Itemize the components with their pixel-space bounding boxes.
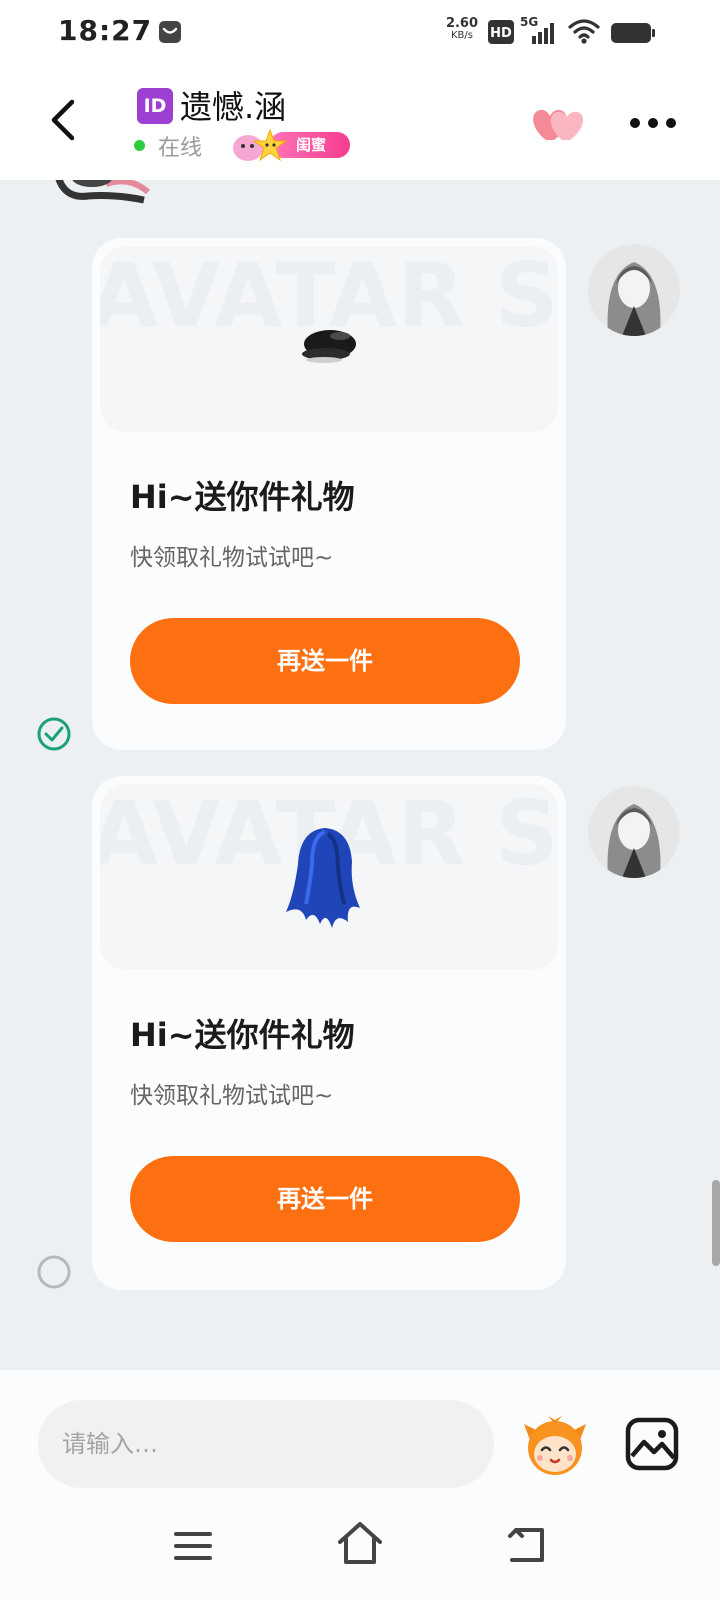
notification-icon xyxy=(159,21,181,43)
wifi-icon xyxy=(568,19,600,44)
hd-label: HD xyxy=(490,26,512,41)
gift-banner: AVATAR STORE xyxy=(100,784,558,970)
resend-gift-button[interactable]: 再送一件 xyxy=(130,618,520,704)
avatar-image xyxy=(588,244,680,336)
signal-icon: 5G xyxy=(520,15,554,44)
gift-banner: AVATAR STORE xyxy=(100,246,558,432)
chat-area[interactable]: AVATAR STORE Hi~送你件礼物 快领取礼物试试吧~ 再送一件 xyxy=(0,180,720,1370)
home-icon[interactable] xyxy=(336,1520,384,1566)
checked-circle-icon[interactable] xyxy=(36,716,72,752)
contact-name[interactable]: 遗憾.涵 xyxy=(180,82,286,128)
avatar-image xyxy=(588,786,680,878)
system-nav-bar xyxy=(0,1490,720,1600)
avatar[interactable] xyxy=(588,786,680,878)
image-icon[interactable] xyxy=(624,1416,680,1472)
gift-subtitle: 快领取礼物试试吧~ xyxy=(130,1083,334,1109)
network-type: 5G xyxy=(520,15,538,29)
menu-icon[interactable] xyxy=(172,1528,214,1564)
relation-badge[interactable]: 闺蜜 xyxy=(230,128,352,164)
chat-header: ID 遗憾.涵 在线 闺蜜 xyxy=(0,66,720,180)
id-badge: ID xyxy=(137,88,173,124)
gift-message-card: AVATAR STORE Hi~送你件礼物 快领取礼物试试吧~ 再送一件 xyxy=(92,776,566,1290)
more-icon[interactable] xyxy=(628,116,678,130)
blue-hair-icon xyxy=(286,828,360,928)
net-speed-value: 2.60 xyxy=(445,16,479,31)
online-status: 在线 xyxy=(158,136,203,161)
emoji-icon[interactable] xyxy=(522,1414,588,1478)
status-bar: 18:27 2.60 KB/s HD 5G xyxy=(0,0,720,66)
gift-title: Hi~送你件礼物 xyxy=(130,478,355,516)
input-bar xyxy=(0,1370,720,1490)
avatar[interactable] xyxy=(588,244,680,336)
nav-back-icon[interactable] xyxy=(506,1524,550,1566)
gift-title: Hi~送你件礼物 xyxy=(130,1016,355,1054)
resend-gift-button[interactable]: 再送一件 xyxy=(130,1156,520,1242)
hearts-icon[interactable] xyxy=(528,104,586,144)
status-time: 18:27 xyxy=(58,14,153,47)
hd-icon: HD xyxy=(488,20,514,44)
online-status-dot xyxy=(134,140,145,151)
message-input[interactable] xyxy=(38,1400,494,1488)
net-speed: 2.60 KB/s xyxy=(444,16,480,42)
battery-icon xyxy=(611,23,655,43)
star-mascot-icon xyxy=(233,128,288,162)
net-speed-unit: KB/s xyxy=(451,30,473,41)
unchecked-circle-icon[interactable] xyxy=(36,1254,72,1290)
relation-label: 闺蜜 xyxy=(296,136,327,154)
gift-message-card: AVATAR STORE Hi~送你件礼物 快领取礼物试试吧~ 再送一件 xyxy=(92,238,566,750)
scrollbar-thumb[interactable] xyxy=(712,1180,720,1266)
gift-subtitle: 快领取礼物试试吧~ xyxy=(130,545,334,571)
black-beret-icon xyxy=(302,330,356,363)
sticker-image xyxy=(55,180,150,204)
back-icon[interactable] xyxy=(44,98,84,142)
